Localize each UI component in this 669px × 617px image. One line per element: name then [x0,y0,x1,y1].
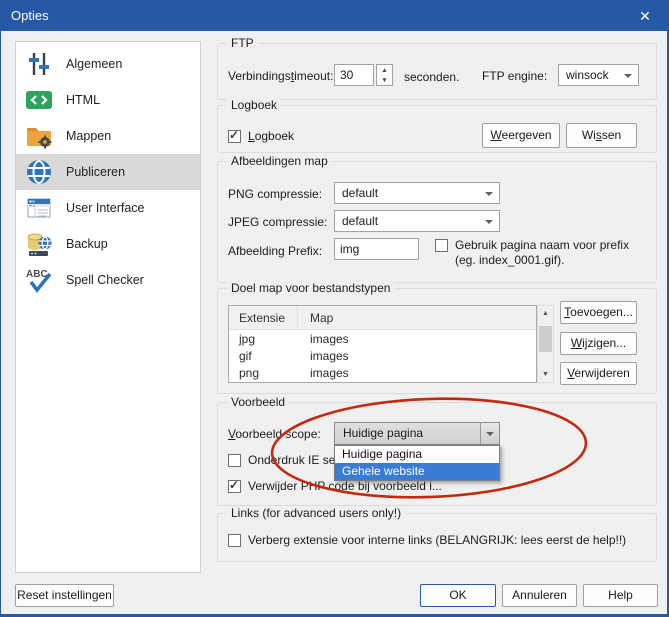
table-header: Extensie Map [229,306,536,330]
combo-arrow-button[interactable] [480,423,499,444]
png-compressie-label: PNG compressie: [228,187,322,201]
spinner-down-icon[interactable]: ▼ [377,75,392,85]
column-map[interactable]: Map [298,306,333,329]
logboek-group-label: Logboek [227,98,281,112]
sidebar-item-label: Algemeen [66,57,122,71]
titlebar: Opties ✕ [1,1,667,31]
dialog-title: Opties [11,1,49,31]
checkbox-checked-icon[interactable]: ✓ [228,480,241,493]
sidebar-item-html[interactable]: HTML [16,82,200,118]
sidebar-item-label: User Interface [66,201,145,215]
verberg-extensie-checkbox[interactable]: Verberg extensie voor interne links (BEL… [228,533,626,547]
weergeven-button[interactable]: Weergeven [482,123,560,148]
scrollbar-thumb[interactable] [539,326,552,352]
table-row[interactable]: png images [229,364,536,381]
voorbeeld-scope-combo[interactable]: Huidige pagina [334,422,500,445]
logboek-group: Logboek ✓ Logboek Weergeven Wissen [217,105,657,153]
afbeelding-prefix-label: Afbeelding Prefix: [228,244,322,258]
sidebar-item-algemeen[interactable]: Algemeen [16,46,200,82]
ftp-group-label: FTP [227,36,258,50]
afbeeldingen-group: Afbeeldingen map PNG compressie: default… [217,161,657,283]
timeout-spinner[interactable]: ▲ ▼ [376,64,393,86]
sidebar-item-user-interface[interactable]: User Interface [16,190,200,226]
checkbox-unchecked-icon[interactable] [435,239,448,252]
sidebar-item-label: Spell Checker [66,273,144,287]
logboek-checkbox[interactable]: ✓ Logboek [228,129,294,143]
folder-gear-icon [25,122,53,150]
reset-button[interactable]: Reset instellingen [15,584,114,607]
globe-icon [25,158,53,186]
checkbox-unchecked-icon[interactable] [228,534,241,547]
ftp-group: FTP Verbindingstimeout: ▲ ▼ seconden. FT… [217,43,657,100]
jpeg-compressie-label: JPEG compressie: [228,215,327,229]
ftp-engine-combo[interactable]: winsock [558,64,639,86]
toevoegen-button[interactable]: Toevoegen... [560,301,637,324]
close-icon[interactable]: ✕ [623,1,667,31]
sidebar-item-spell-checker[interactable]: ABC Spell Checker [16,262,200,298]
timeout-label: Verbindingstimeout: [228,69,333,83]
sidebar-item-mappen[interactable]: Mappen [16,118,200,154]
doelmap-group: Doel map voor bestandstypen Extensie Map… [217,288,657,394]
wissen-button[interactable]: Wissen [566,123,637,148]
verberg-extensie-checkbox-label: Verberg extensie voor interne links (BEL… [248,533,626,547]
checkbox-unchecked-icon[interactable] [228,454,241,467]
prefix-checkbox[interactable]: Gebruik pagina naam voor prefix (eg. ind… [435,238,647,268]
scroll-down-icon[interactable]: ▼ [538,367,553,382]
timeout-input[interactable] [334,64,374,86]
sidebar-item-label: Backup [66,237,108,251]
dropdown-arrow-icon [485,220,493,224]
png-compressie-combo[interactable]: default [334,182,500,204]
table-row[interactable]: jpg images [229,330,536,347]
php-checkbox-label: Verwijder PHP code bij voorbeeld i... [248,479,442,493]
sidebar-item-publiceren[interactable]: Publiceren [16,154,200,190]
dropdown-arrow-icon [624,74,632,78]
scope-dropdown-list: Huidige pagina Gehele website [334,445,500,481]
doelmap-group-label: Doel map voor bestandstypen [227,281,394,295]
sidebar-item-backup[interactable]: Backup [16,226,200,262]
dropdown-option-highlighted[interactable]: Gehele website [335,463,499,480]
jpeg-compressie-combo[interactable]: default [334,210,500,232]
column-extensie[interactable]: Extensie [229,306,298,329]
ok-button[interactable]: OK [420,584,496,607]
links-group: Links (for advanced users only!) Verberg… [217,513,657,562]
dropdown-arrow-icon [485,192,493,196]
sidebar-item-label: Publiceren [66,165,125,179]
annuleren-button[interactable]: Annuleren [502,584,577,607]
window-icon [25,194,53,222]
verwijderen-button[interactable]: Verwijderen [560,362,637,385]
sidebar-item-label: HTML [66,93,100,107]
php-checkbox[interactable]: ✓ Verwijder PHP code bij voorbeeld i... [228,479,442,493]
sidebar-item-label: Mappen [66,129,111,143]
voorbeeld-group: Voorbeeld Voorbeeld scope: Huidige pagin… [217,402,657,506]
dropdown-option[interactable]: Huidige pagina [335,446,499,463]
help-button[interactable]: Help [583,584,658,607]
wijzigen-button[interactable]: Wijzigen... [560,332,637,355]
table-row[interactable]: gif images [229,347,536,364]
dropdown-arrow-icon [486,432,494,436]
prefix-checkbox-label: Gebruik pagina naam voor prefix (eg. ind… [455,238,647,268]
category-list: Algemeen HTML Mappen Publiceren User Int… [15,41,201,573]
voorbeeld-group-label: Voorbeeld [227,395,289,409]
sliders-icon [25,50,53,78]
scroll-up-icon[interactable]: ▲ [538,306,553,321]
extensions-table: Extensie Map jpg images gif images png i… [228,305,537,383]
links-group-label: Links (for advanced users only!) [227,506,405,520]
logboek-checkbox-label: Logboek [248,129,294,143]
spinner-up-icon[interactable]: ▲ [377,65,392,75]
code-icon [25,86,53,114]
options-dialog: Opties ✕ Algemeen HTML Mappen Publi [0,0,669,617]
table-scrollbar[interactable]: ▲ ▼ [537,305,554,383]
backup-icon [25,230,53,258]
checkbox-checked-icon[interactable]: ✓ [228,130,241,143]
afbeeldingen-group-label: Afbeeldingen map [227,154,332,168]
voorbeeld-scope-label: Voorbeeld scope: [228,427,321,441]
spellcheck-icon: ABC [25,266,53,294]
ftp-engine-label: FTP engine: [482,69,547,83]
afbeelding-prefix-input[interactable] [334,238,419,260]
seconds-label: seconden. [404,70,459,84]
